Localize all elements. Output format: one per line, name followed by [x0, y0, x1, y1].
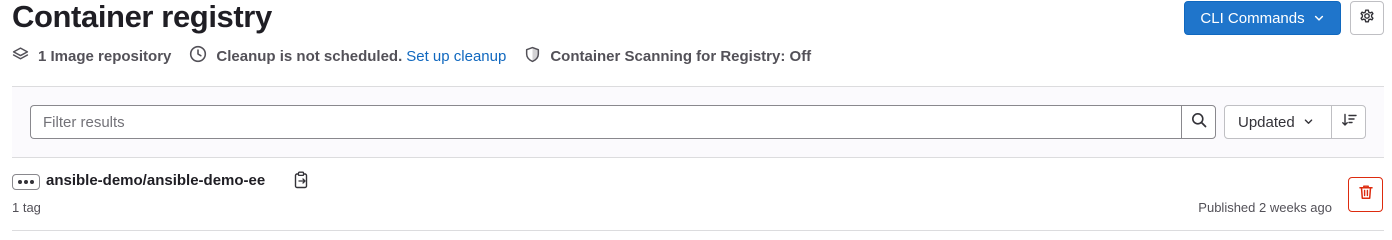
container-scanning-status: Container Scanning for Registry: Off	[524, 46, 811, 67]
copy-image-path-button[interactable]	[292, 171, 310, 194]
clock-icon	[189, 45, 207, 67]
tag-count: 1 tag	[12, 200, 41, 215]
cleanup-link-wrap: Set up cleanup	[406, 48, 506, 65]
cleanup-status: Cleanup is not scheduled.	[189, 45, 402, 67]
image-repository-count: 1 Image repository	[12, 46, 171, 67]
repository-name-link[interactable]: ansible-demo/ansible-demo-ee	[46, 172, 265, 189]
gear-icon	[1359, 8, 1375, 29]
registry-meta: 1 Image repository Cleanup is not schedu…	[12, 45, 829, 67]
container-scanning-text: Container Scanning for Registry: Off	[550, 47, 812, 65]
delete-repository-button[interactable]	[1348, 177, 1383, 212]
image-repository-label: 1 Image repository	[38, 47, 172, 65]
shield-icon	[524, 46, 541, 67]
sort-descending-icon	[1341, 112, 1357, 133]
cli-commands-label: CLI Commands	[1200, 9, 1305, 27]
sort-direction-button[interactable]	[1331, 105, 1366, 139]
sort-dropdown[interactable]: Updated	[1224, 105, 1332, 139]
published-time: Published 2 weeks ago	[1198, 200, 1332, 215]
filter-results-input[interactable]	[30, 105, 1182, 139]
dot	[24, 180, 28, 184]
search-button[interactable]	[1181, 105, 1216, 139]
chevron-down-icon	[1303, 114, 1314, 131]
cli-commands-button[interactable]: CLI Commands	[1184, 1, 1341, 35]
trash-icon	[1358, 184, 1374, 205]
dot	[18, 180, 22, 184]
page-title: Container registry	[12, 0, 272, 34]
expand-details-button[interactable]	[12, 174, 40, 190]
repository-row	[12, 158, 1384, 231]
search-icon	[1191, 112, 1207, 133]
settings-button[interactable]	[1350, 1, 1384, 35]
setup-cleanup-link[interactable]: Set up cleanup	[406, 48, 506, 65]
dot	[30, 180, 34, 184]
layers-icon	[12, 46, 29, 67]
clipboard-icon	[293, 171, 309, 194]
chevron-down-icon	[1313, 12, 1325, 24]
sort-selected-label: Updated	[1238, 113, 1295, 131]
cleanup-status-text: Cleanup is not scheduled.	[216, 47, 403, 65]
